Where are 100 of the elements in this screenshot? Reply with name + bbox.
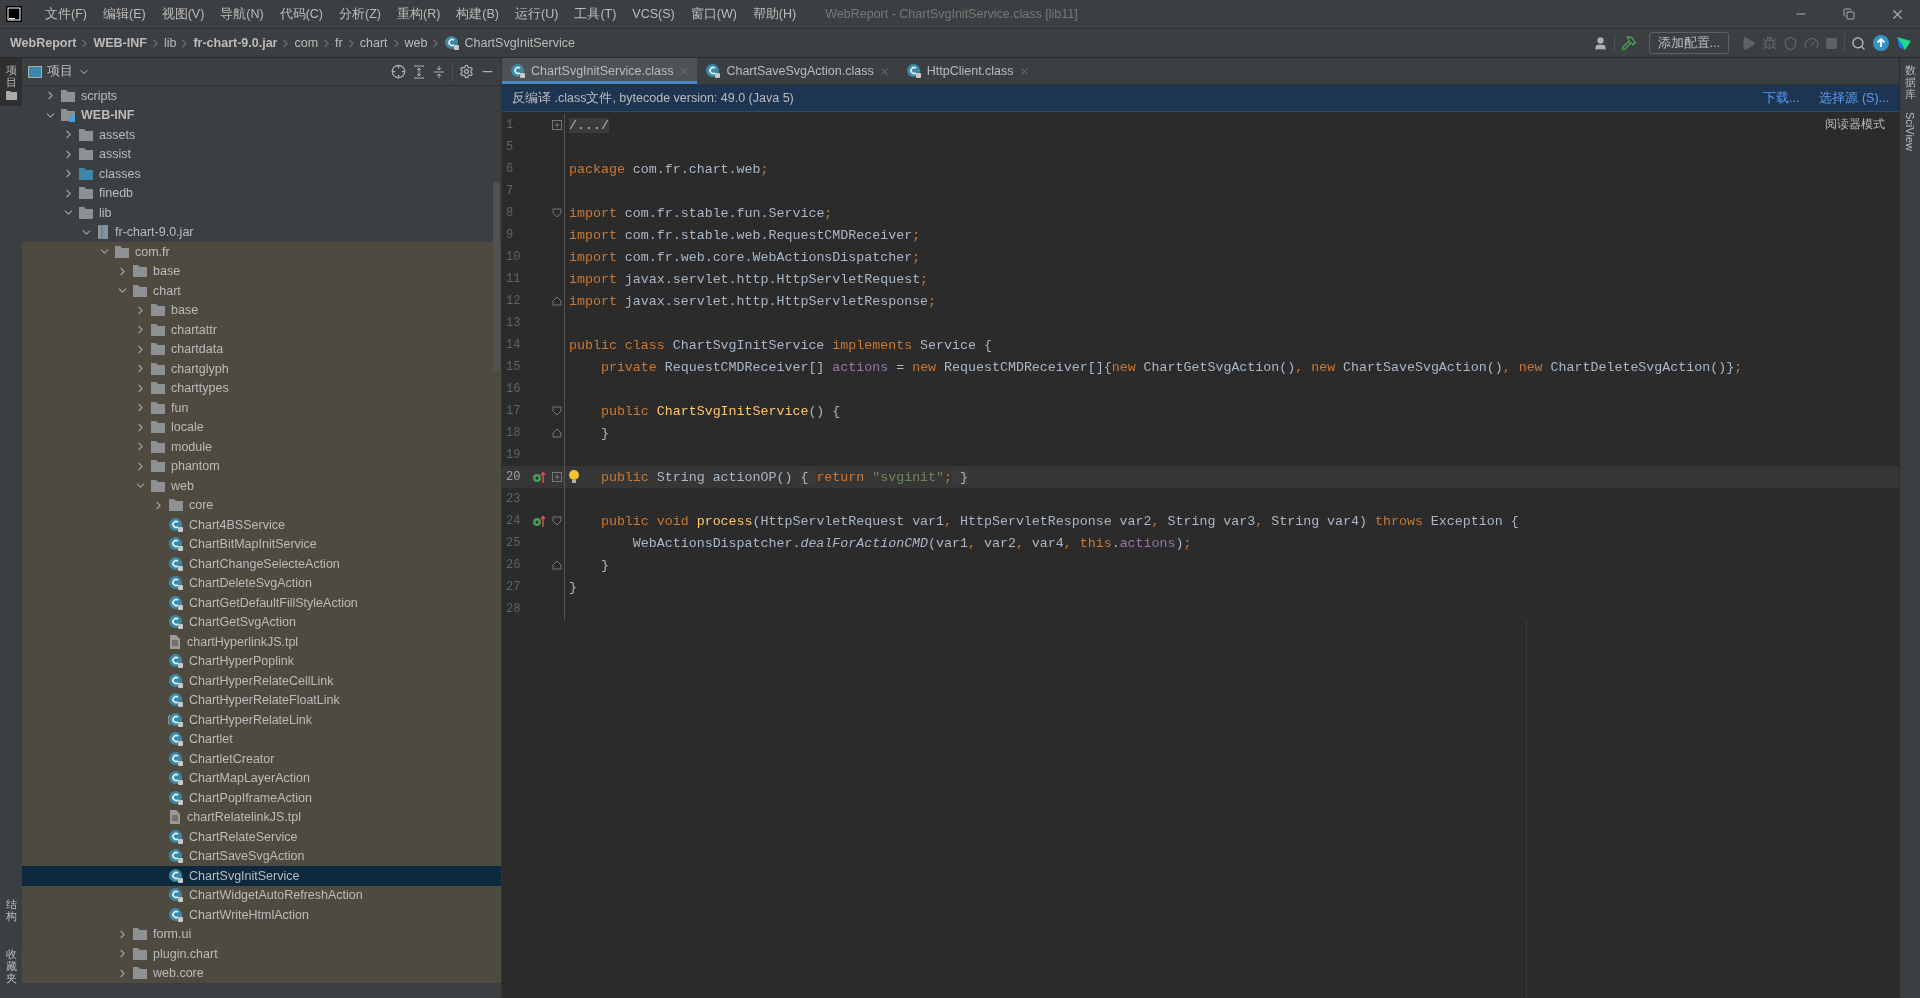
tree-item[interactable]: ChartSvgInitService (22, 866, 501, 886)
user-icon[interactable] (1592, 35, 1608, 51)
tree-item[interactable]: ChartWriteHtmlAction (22, 905, 501, 925)
menu-item[interactable]: VCS(S) (625, 7, 682, 21)
locate-icon[interactable] (391, 64, 406, 79)
menu-item[interactable]: 运行(U) (508, 5, 566, 23)
breadcrumb-item[interactable]: WEB-INF (93, 36, 147, 50)
add-configuration-button[interactable]: 添加配置... (1648, 32, 1729, 54)
tree-item[interactable]: Chartlet (22, 729, 501, 749)
menu-item[interactable]: 重构(R) (390, 5, 448, 23)
breadcrumb-item[interactable]: chart (359, 36, 388, 50)
fold-icon[interactable] (552, 560, 562, 570)
tree-item[interactable]: charttypes (22, 378, 501, 398)
menu-item[interactable]: 编辑(E) (95, 5, 153, 23)
tool-window-tab[interactable]: 数据库 (1899, 58, 1920, 107)
tree-item[interactable]: fun (22, 398, 501, 418)
tree-item[interactable]: ChartChangeSelecteAction (22, 554, 501, 574)
close-icon[interactable] (878, 65, 890, 77)
breadcrumb-item[interactable]: ChartSvgInitService (444, 35, 575, 51)
menu-item[interactable]: 文件(F) (38, 5, 94, 23)
tree-item[interactable]: chartHyperlinkJS.tpl (22, 632, 501, 652)
tree-item[interactable]: ChartGetSvgAction (22, 612, 501, 632)
tool-window-tab[interactable]: 结构 (0, 891, 22, 928)
tree-item[interactable]: chartattr (22, 320, 501, 340)
menu-item[interactable]: 工具(T) (567, 5, 624, 23)
line-number: 9 (505, 228, 515, 242)
tree-item[interactable]: web (22, 476, 501, 496)
tree-item[interactable]: module (22, 437, 501, 457)
menu-item[interactable]: 视图(V) (154, 5, 212, 23)
gauge-icon[interactable] (1804, 35, 1819, 51)
collapse-all-icon[interactable] (432, 64, 446, 79)
breadcrumb-item[interactable]: WebReport (10, 36, 77, 50)
tree-item[interactable]: ChartDeleteSvgAction (22, 573, 501, 593)
tree-item[interactable]: ChartPopIframeAction (22, 788, 501, 808)
breadcrumb-item[interactable]: fr (335, 36, 343, 50)
menu-item[interactable]: 代码(C) (272, 5, 331, 23)
tree-item[interactable]: ChartRelateService (22, 827, 501, 847)
fold-icon[interactable] (552, 208, 562, 218)
fold-icon[interactable] (552, 428, 562, 438)
tree-item[interactable]: ChartHyperRelateFloatLink (22, 690, 501, 710)
menu-item[interactable]: 导航(N) (213, 5, 271, 23)
menu-item[interactable]: 窗口(W) (683, 5, 744, 23)
override-icon[interactable] (532, 514, 546, 528)
tree-item[interactable]: locale (22, 417, 501, 437)
tree-item[interactable]: web.core (22, 963, 501, 983)
app-logo[interactable] (1896, 35, 1912, 51)
breadcrumb-item[interactable]: fr-chart-9.0.jar (193, 36, 278, 50)
search-icon[interactable] (1851, 35, 1866, 51)
stop-icon[interactable] (1825, 36, 1838, 50)
tree-item[interactable]: com.fr (22, 242, 501, 262)
tree-item[interactable]: ChartGetDefaultFillStyleAction (22, 593, 501, 613)
menu-item[interactable]: 构建(B) (449, 5, 507, 23)
breadcrumb-item[interactable]: web (404, 36, 428, 50)
restore-icon[interactable] (1843, 8, 1855, 20)
tree-item[interactable]: chartglyph (22, 359, 501, 379)
tree-item[interactable]: form.ui (22, 924, 501, 944)
hammer-icon[interactable] (1620, 35, 1637, 51)
breadcrumb-item[interactable]: lib (163, 36, 177, 50)
bug-icon[interactable] (1762, 35, 1777, 51)
tree-item[interactable]: ChartMapLayerAction (22, 768, 501, 788)
tree-item[interactable]: chartRelatelinkJS.tpl (22, 807, 501, 827)
tool-window-tab[interactable]: SciView (1899, 106, 1920, 158)
editor-tab[interactable]: ChartSaveSvgAction.class (697, 58, 898, 84)
tree-item[interactable]: ChartHyperRelateLink (22, 710, 501, 730)
tool-window-tab[interactable]: 收藏夹 (0, 941, 22, 990)
settings-icon[interactable] (459, 64, 474, 79)
tree-item[interactable]: ChartletCreator (22, 749, 501, 769)
project-tab[interactable]: 项目 (0, 58, 22, 107)
fold-icon[interactable] (552, 516, 562, 526)
update-icon[interactable] (1872, 34, 1890, 52)
fold-icon[interactable] (552, 296, 562, 306)
tree-item[interactable]: plugin.chart (22, 944, 501, 964)
fold-icon[interactable] (552, 120, 562, 130)
breadcrumb-item[interactable]: com (294, 36, 319, 50)
scrollbar[interactable] (493, 182, 500, 372)
tree-item[interactable]: phantom (22, 456, 501, 476)
fold-icon[interactable] (552, 472, 562, 482)
editor-tab[interactable]: ChartSvgInitService.class (502, 58, 698, 84)
shield-icon[interactable] (1783, 35, 1798, 51)
menu-item[interactable]: 分析(Z) (332, 5, 388, 23)
fold-icon[interactable] (552, 406, 562, 416)
editor-tab[interactable]: HttpClient.class (897, 58, 1038, 84)
close-icon[interactable] (1018, 65, 1030, 77)
tree-item[interactable]: ChartHyperRelateCellLink (22, 671, 501, 691)
play-icon[interactable] (1741, 35, 1756, 51)
menu-item[interactable]: 帮助(H) (745, 5, 804, 23)
tree-item[interactable]: ChartHyperPoplink (22, 651, 501, 671)
lightbulb-icon[interactable] (568, 469, 580, 485)
expand-all-icon[interactable] (412, 64, 426, 79)
tree-item[interactable]: chart (22, 281, 501, 301)
tree-item[interactable]: ChartWidgetAutoRefreshAction (22, 885, 501, 905)
tree-item[interactable]: ChartSaveSvgAction (22, 846, 501, 866)
tree-item[interactable]: ChartBitMapInitService (22, 534, 501, 554)
panel-title[interactable]: 项目 (28, 63, 385, 80)
reader-mode-toggle[interactable]: 阅读器模式 (1825, 116, 1885, 133)
tree-item[interactable]: Chart4BSService (22, 515, 501, 535)
tree-item[interactable]: core (22, 495, 501, 515)
notice-link[interactable]: 下载... (1763, 89, 1800, 107)
notice-link[interactable]: 选择源 (S)... (1819, 89, 1889, 107)
override-icon[interactable] (532, 470, 546, 484)
